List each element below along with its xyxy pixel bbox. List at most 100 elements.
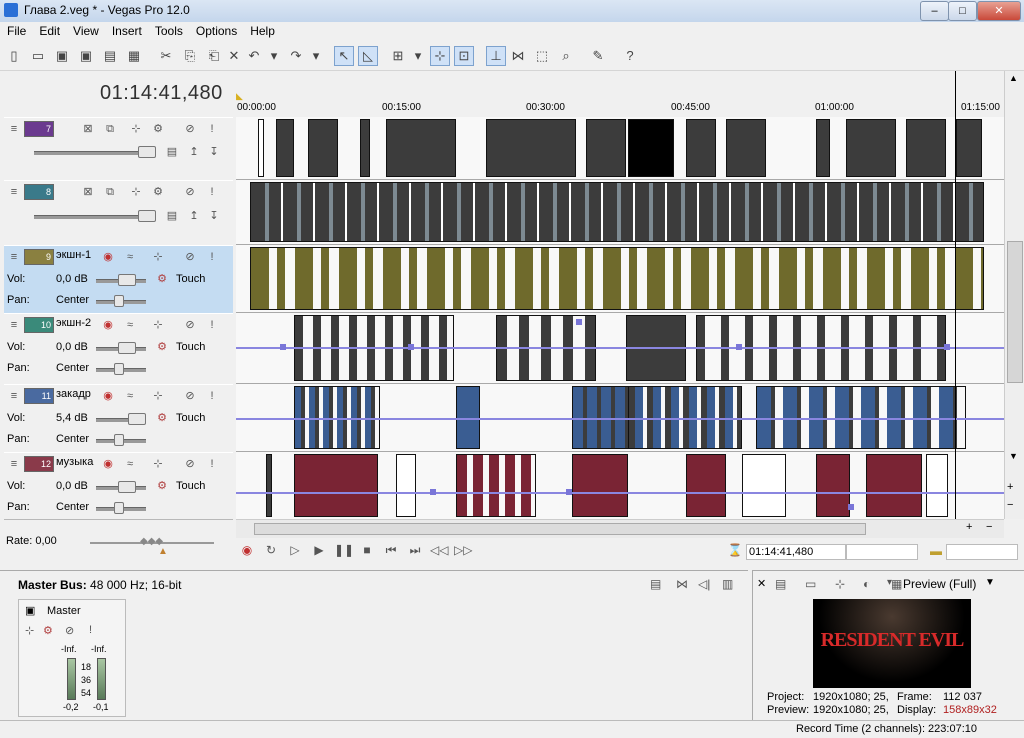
vertical-scrollbar[interactable]: ▲ ▼ + − <box>1004 71 1024 519</box>
video-clip[interactable] <box>846 119 896 177</box>
record-icon[interactable]: ◉ <box>238 542 256 558</box>
go-to-start-icon[interactable]: ⏮ <box>382 542 400 558</box>
compositing-icon[interactable]: ⧉ <box>102 121 118 137</box>
menu-help[interactable]: Help <box>243 22 281 38</box>
external-monitor-icon[interactable]: ▭ <box>805 577 816 591</box>
composite-mode-icon[interactable]: ▤ <box>164 144 180 160</box>
new-icon[interactable]: ▯ <box>4 46 24 66</box>
track-header-8[interactable]: ≡ 8 ⊠ ⧉ ⊹ ⚙ ⊘ ! ▤ ↥ ↧ <box>4 180 233 246</box>
loop-region-marker-icon[interactable]: ◣ <box>236 91 243 102</box>
preview-fx-icon[interactable]: ⊹ <box>835 577 845 591</box>
whats-this-icon[interactable]: ? <box>620 46 640 66</box>
track-header-11[interactable]: ≡ 11 закадр ◉ ≈ ⊹ ⊘ ! Vol: 5,4 dB ⚙ Touc… <box>4 384 233 453</box>
record-arm-icon[interactable]: ◉ <box>100 388 116 404</box>
solo-icon[interactable]: ! <box>204 456 220 472</box>
track-menu-icon[interactable]: ≡ <box>6 184 22 200</box>
gear-icon[interactable]: ⚙ <box>43 624 53 637</box>
envelope-point[interactable] <box>566 489 572 495</box>
horizontal-scrollbar-thumb[interactable] <box>254 523 866 535</box>
compositing-icon[interactable]: ⧉ <box>102 184 118 200</box>
undo-dropdown-icon[interactable]: ▾ <box>264 46 284 66</box>
music-clip[interactable] <box>396 454 416 517</box>
paste-icon[interactable]: ⎗ <box>204 46 224 66</box>
lane-track-11[interactable] <box>236 384 1004 452</box>
level-slider-knob[interactable] <box>138 146 156 158</box>
music-clip[interactable] <box>294 454 378 517</box>
envelope-point[interactable] <box>408 344 414 350</box>
lane-track-10[interactable] <box>236 313 1004 384</box>
fx-icon[interactable]: ⊹ <box>25 624 34 637</box>
video-clip[interactable] <box>906 119 946 177</box>
auto-crossfade-icon[interactable]: ⋈ <box>508 46 528 66</box>
normal-edit-tool-icon[interactable]: ↖ <box>334 46 354 66</box>
music-clip[interactable] <box>816 454 850 517</box>
edit-tool-dropdown-icon[interactable]: ▾ <box>408 46 428 66</box>
mute-icon[interactable]: ⊘ <box>182 317 198 333</box>
track-menu-icon[interactable]: ≡ <box>6 456 22 472</box>
timeline-tracks[interactable] <box>236 117 1004 519</box>
video-clip[interactable] <box>726 119 766 177</box>
envelope-point[interactable] <box>736 344 742 350</box>
overlays-icon[interactable]: ▦ <box>891 577 902 591</box>
video-clip[interactable] <box>586 119 626 177</box>
invert-phase-icon[interactable]: ≈ <box>122 456 138 472</box>
solo-icon[interactable]: ! <box>204 388 220 404</box>
track-menu-icon[interactable]: ≡ <box>6 249 22 265</box>
track-name[interactable]: закадр <box>56 388 91 400</box>
make-child-icon[interactable]: ↧ <box>206 144 222 160</box>
pan-slider-knob[interactable] <box>114 434 124 446</box>
redo-icon[interactable]: ↷ <box>286 46 306 66</box>
automation-mode[interactable]: Touch <box>176 341 205 353</box>
fx-icon[interactable]: ⊹ <box>128 184 144 200</box>
timeline-ruler[interactable]: 00:00:00 00:15:00 00:30:00 00:45:00 01:0… <box>236 71 1004 118</box>
vol-slider-knob[interactable] <box>118 274 136 286</box>
track-name[interactable]: экшн-2 <box>56 317 91 329</box>
previous-frame-icon[interactable]: ◁◁ <box>430 542 448 558</box>
selection-length-field[interactable] <box>946 544 1018 560</box>
music-clip[interactable] <box>686 454 726 517</box>
automation-gear-icon[interactable]: ⚙ <box>154 410 170 426</box>
properties-icon[interactable]: ▦ <box>124 46 144 66</box>
video-clip[interactable] <box>686 119 716 177</box>
delete-icon[interactable]: ✕ <box>224 46 244 66</box>
render-icon[interactable]: ▤ <box>100 46 120 66</box>
fx-icon[interactable]: ⊹ <box>150 456 166 472</box>
record-arm-icon[interactable]: ◉ <box>100 249 116 265</box>
invert-phase-icon[interactable]: ≈ <box>122 317 138 333</box>
envelope-point[interactable] <box>848 504 854 510</box>
video-clip[interactable] <box>360 119 370 177</box>
mute-icon[interactable]: ⊘ <box>182 249 198 265</box>
solo-icon[interactable]: ! <box>204 317 220 333</box>
lane-track-12[interactable] <box>236 452 1004 519</box>
horizontal-scrollbar[interactable]: + − <box>236 519 1004 538</box>
save-as-icon[interactable]: ▣ <box>76 46 96 66</box>
automation-mode[interactable]: Touch <box>176 480 205 492</box>
mixer-view-icon[interactable]: ▤ <box>650 577 661 591</box>
vol-slider-knob[interactable] <box>118 342 136 354</box>
fx-icon[interactable]: ⊹ <box>128 121 144 137</box>
make-child-icon[interactable]: ↧ <box>206 208 222 224</box>
volume-envelope[interactable] <box>236 347 1004 349</box>
mute-icon[interactable]: ⊘ <box>65 624 74 637</box>
lane-track-7[interactable] <box>236 117 1004 180</box>
level-slider-knob[interactable] <box>138 210 156 222</box>
track-header-7[interactable]: ≡ 7 ⊠ ⧉ ⊹ ⚙ ⊘ ! ▤ ↥ ↧ <box>4 117 233 181</box>
redo-dropdown-icon[interactable]: ▾ <box>306 46 326 66</box>
close-button[interactable]: ✕ <box>977 1 1021 21</box>
channel-meters-icon[interactable]: ▥ <box>722 577 733 591</box>
gear-icon[interactable]: ⚙ <box>150 184 166 200</box>
solo-icon[interactable]: ! <box>204 184 220 200</box>
pan-slider-knob[interactable] <box>114 363 124 375</box>
track-header-9[interactable]: ≡ 9 экшн-1 ◉ ≈ ⊹ ⊘ ! Vol: 0,0 dB ⚙ Touch… <box>4 245 233 314</box>
open-icon[interactable]: ▭ <box>28 46 48 66</box>
invert-phase-icon[interactable]: ≈ <box>122 249 138 265</box>
fx-icon[interactable]: ⊹ <box>150 249 166 265</box>
zoom-in-vertical-icon[interactable]: + <box>1007 481 1013 493</box>
envelope-point[interactable] <box>430 489 436 495</box>
mute-icon[interactable]: ⊘ <box>182 456 198 472</box>
menu-options[interactable]: Options <box>189 22 243 38</box>
vol-slider-knob[interactable] <box>118 481 136 493</box>
level-slider[interactable] <box>34 151 154 155</box>
video-clip[interactable] <box>258 119 264 177</box>
preview-quality-dropdown[interactable]: Preview (Full) <box>903 577 976 591</box>
